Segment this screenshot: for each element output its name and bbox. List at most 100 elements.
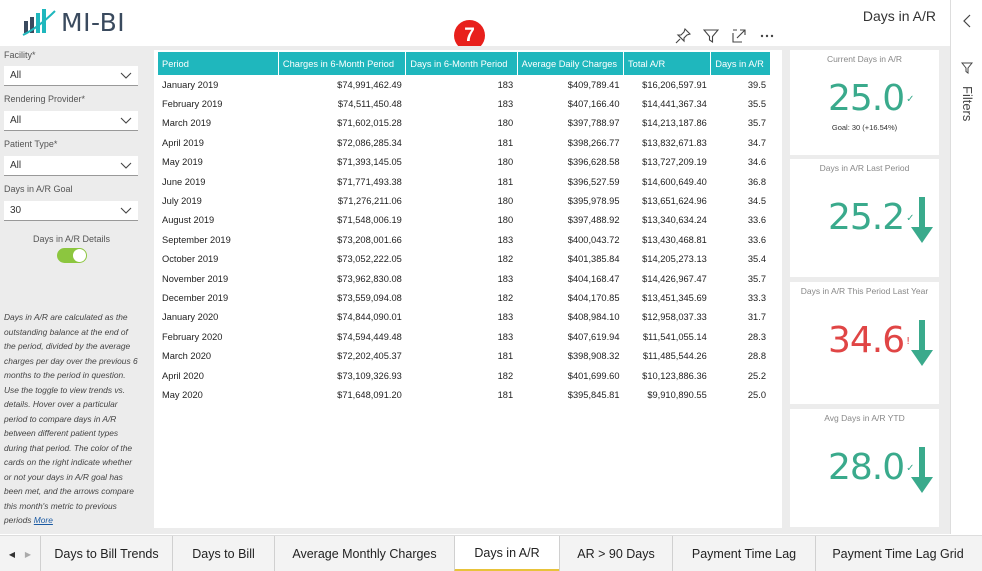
filter-icon: [703, 29, 719, 44]
table-cell: $10,123,886.36: [642, 370, 707, 381]
kpi-value-text: 34.6: [828, 320, 905, 361]
pin-visual-button[interactable]: [670, 24, 696, 48]
kpi-card[interactable]: Avg Days in A/R YTD 28.0 ✓: [790, 409, 939, 527]
table-cell: February 2020: [162, 331, 223, 342]
table-cell: 35.7: [747, 273, 766, 284]
column-header[interactable]: Period: [158, 52, 279, 75]
patient-type-value: All: [10, 160, 22, 171]
logo-text: MI-BI: [61, 7, 126, 37]
kpi-card[interactable]: Days in A/R Last Period 25.2 ✓: [790, 159, 939, 277]
table-cell: $72,202,405.37: [337, 351, 402, 362]
details-toggle-label: Days in A/R Details: [32, 234, 111, 244]
kpi-value-text: 25.0: [828, 78, 905, 119]
facility-dropdown[interactable]: All: [4, 66, 138, 86]
table-row[interactable]: March 2019 $71,602,015.28 180 $397,788.97 $1…: [158, 114, 770, 133]
tab-scroll-right-icon[interactable]: ▶: [25, 550, 31, 559]
page-tab[interactable]: Payment Time Lag Grid: [815, 536, 980, 571]
table-cell: $74,511,450.48: [337, 99, 402, 110]
kpi-card[interactable]: Current Days in A/R 25.0 ✓ Goal: 30 (+16.54…: [790, 50, 939, 155]
table-cell: May 2019: [162, 157, 203, 168]
table-row[interactable]: January 2020 $74,844,090.01 183 $408,984.10…: [158, 308, 770, 327]
kpi-value-text: 28.0: [828, 447, 905, 488]
table-row[interactable]: September 2019 $73,208,001.66 183 $400,043.…: [158, 230, 770, 249]
column-header[interactable]: Days in A/R: [710, 52, 770, 75]
tab-scroll-left-icon[interactable]: ◀: [9, 550, 15, 559]
table-row[interactable]: August 2019 $71,548,006.19 180 $397,488.92 $…: [158, 211, 770, 230]
table-row[interactable]: May 2020 $71,648,091.20 181 $395,845.81 $9,9…: [158, 385, 770, 404]
table-cell: 35.7: [747, 118, 766, 129]
column-header[interactable]: Average Daily Charges: [517, 52, 625, 75]
goal-dropdown[interactable]: 30: [4, 201, 138, 221]
page-tab[interactable]: Days in A/R: [454, 536, 559, 571]
table-row[interactable]: October 2019 $73,052,222.05 182 $401,385.84…: [158, 250, 770, 269]
check-indicator-icon: ✓: [906, 94, 914, 105]
table-cell: 33.3: [747, 292, 766, 303]
table-cell: $71,602,015.28: [337, 118, 402, 129]
table-row[interactable]: December 2019 $73,559,094.08 182 $404,170.8…: [158, 288, 770, 307]
page-tab[interactable]: Payment Time Lag: [672, 536, 815, 571]
table-row[interactable]: March 2020 $72,202,405.37 181 $398,908.32 $1…: [158, 346, 770, 365]
rendering-provider-dropdown[interactable]: All: [4, 111, 138, 131]
kpi-value: 34.6!: [828, 320, 910, 361]
table-cell: 181: [497, 176, 514, 187]
table-cell: 182: [497, 370, 514, 381]
table-cell: $407,619.94: [567, 331, 620, 342]
table-cell: 182: [497, 292, 514, 303]
table-cell: November 2019: [162, 273, 229, 284]
kpi-title: Current Days in A/R: [826, 54, 903, 64]
table-cell: 31.7: [747, 312, 766, 323]
table-cell: 180: [497, 157, 514, 168]
page-tabs: ◀ ▶ Days to Bill Trends Days to Bill Avera…: [0, 535, 982, 571]
table-cell: $404,170.85: [567, 292, 620, 303]
table-cell: 34.6: [747, 157, 766, 168]
kpi-card[interactable]: Days in A/R This Period Last Year 34.6!: [790, 282, 939, 404]
facility-label: Facility*: [4, 50, 36, 60]
page-tab[interactable]: Days to Bill Trends: [40, 536, 172, 571]
table-cell: 183: [497, 79, 514, 90]
rendering-provider-value: All: [10, 115, 22, 126]
focus-mode-button[interactable]: [726, 24, 752, 48]
column-header[interactable]: Total A/R: [623, 52, 712, 75]
column-header[interactable]: Charges in 6-Month Period: [278, 52, 407, 75]
table-row[interactable]: April 2019 $72,086,285.34 181 $398,266.77 $1…: [158, 133, 770, 152]
table-cell: $14,205,273.13: [642, 254, 707, 265]
patient-type-dropdown[interactable]: All: [4, 156, 138, 176]
page-tab[interactable]: Average Monthly Charges: [274, 536, 454, 571]
table-cell: $73,559,094.08: [337, 292, 402, 303]
page-tab[interactable]: AR > 90 Days: [559, 536, 672, 571]
table-cell: 181: [497, 137, 514, 148]
table-cell: $73,962,830.08: [337, 273, 402, 284]
filters-pane[interactable]: Filters: [950, 0, 982, 534]
details-toggle[interactable]: [57, 248, 87, 263]
table-row[interactable]: February 2020 $74,594,449.48 183 $407,619.9…: [158, 327, 770, 346]
table-cell: $16,206,597.91: [642, 79, 707, 90]
table-cell: $401,699.60: [567, 370, 620, 381]
table-cell: $407,166.40: [567, 99, 620, 110]
chevron-down-icon: [120, 207, 132, 214]
table-row[interactable]: June 2019 $71,771,493.38 181 $396,527.59 $14…: [158, 172, 770, 191]
table-cell: $11,485,544.26: [642, 351, 707, 362]
more-options-button[interactable]: [754, 24, 780, 48]
table-row[interactable]: May 2019 $71,393,145.05 180 $396,628.58 $13,…: [158, 153, 770, 172]
tab-scroll-controls: ◀ ▶: [0, 536, 40, 571]
table-row[interactable]: April 2020 $73,109,326.93 182 $401,699.60 $1…: [158, 366, 770, 385]
table-cell: 35.5: [747, 99, 766, 110]
table-row[interactable]: November 2019 $73,962,830.08 183 $404,168.4…: [158, 269, 770, 288]
table-row[interactable]: July 2019 $71,276,211.06 180 $395,978.95 $13…: [158, 191, 770, 210]
page-title: Days in A/R: [862, 8, 936, 24]
more-link[interactable]: More: [34, 515, 53, 525]
description-text: Days in A/R are calculated as the outsta…: [4, 310, 140, 528]
filter-visual-button[interactable]: [698, 24, 724, 48]
table-row[interactable]: February 2019 $74,511,450.48 183 $407,166.4…: [158, 94, 770, 113]
chevron-left-icon[interactable]: [961, 14, 973, 28]
table-row[interactable]: January 2019 $74,991,462.49 183 $409,789.41…: [158, 75, 770, 94]
page-tab[interactable]: Days to Bill: [172, 536, 274, 571]
table-cell: $73,109,326.93: [337, 370, 402, 381]
table-cell: 25.2: [747, 370, 766, 381]
column-header[interactable]: Days in 6-Month Period: [405, 52, 518, 75]
table-cell: April 2020: [162, 370, 204, 381]
table-cell: $12,958,037.33: [642, 312, 707, 323]
table-cell: 183: [497, 312, 514, 323]
visual-toolbar: [670, 24, 780, 48]
description-body: Days in A/R are calculated as the outsta…: [4, 312, 138, 525]
